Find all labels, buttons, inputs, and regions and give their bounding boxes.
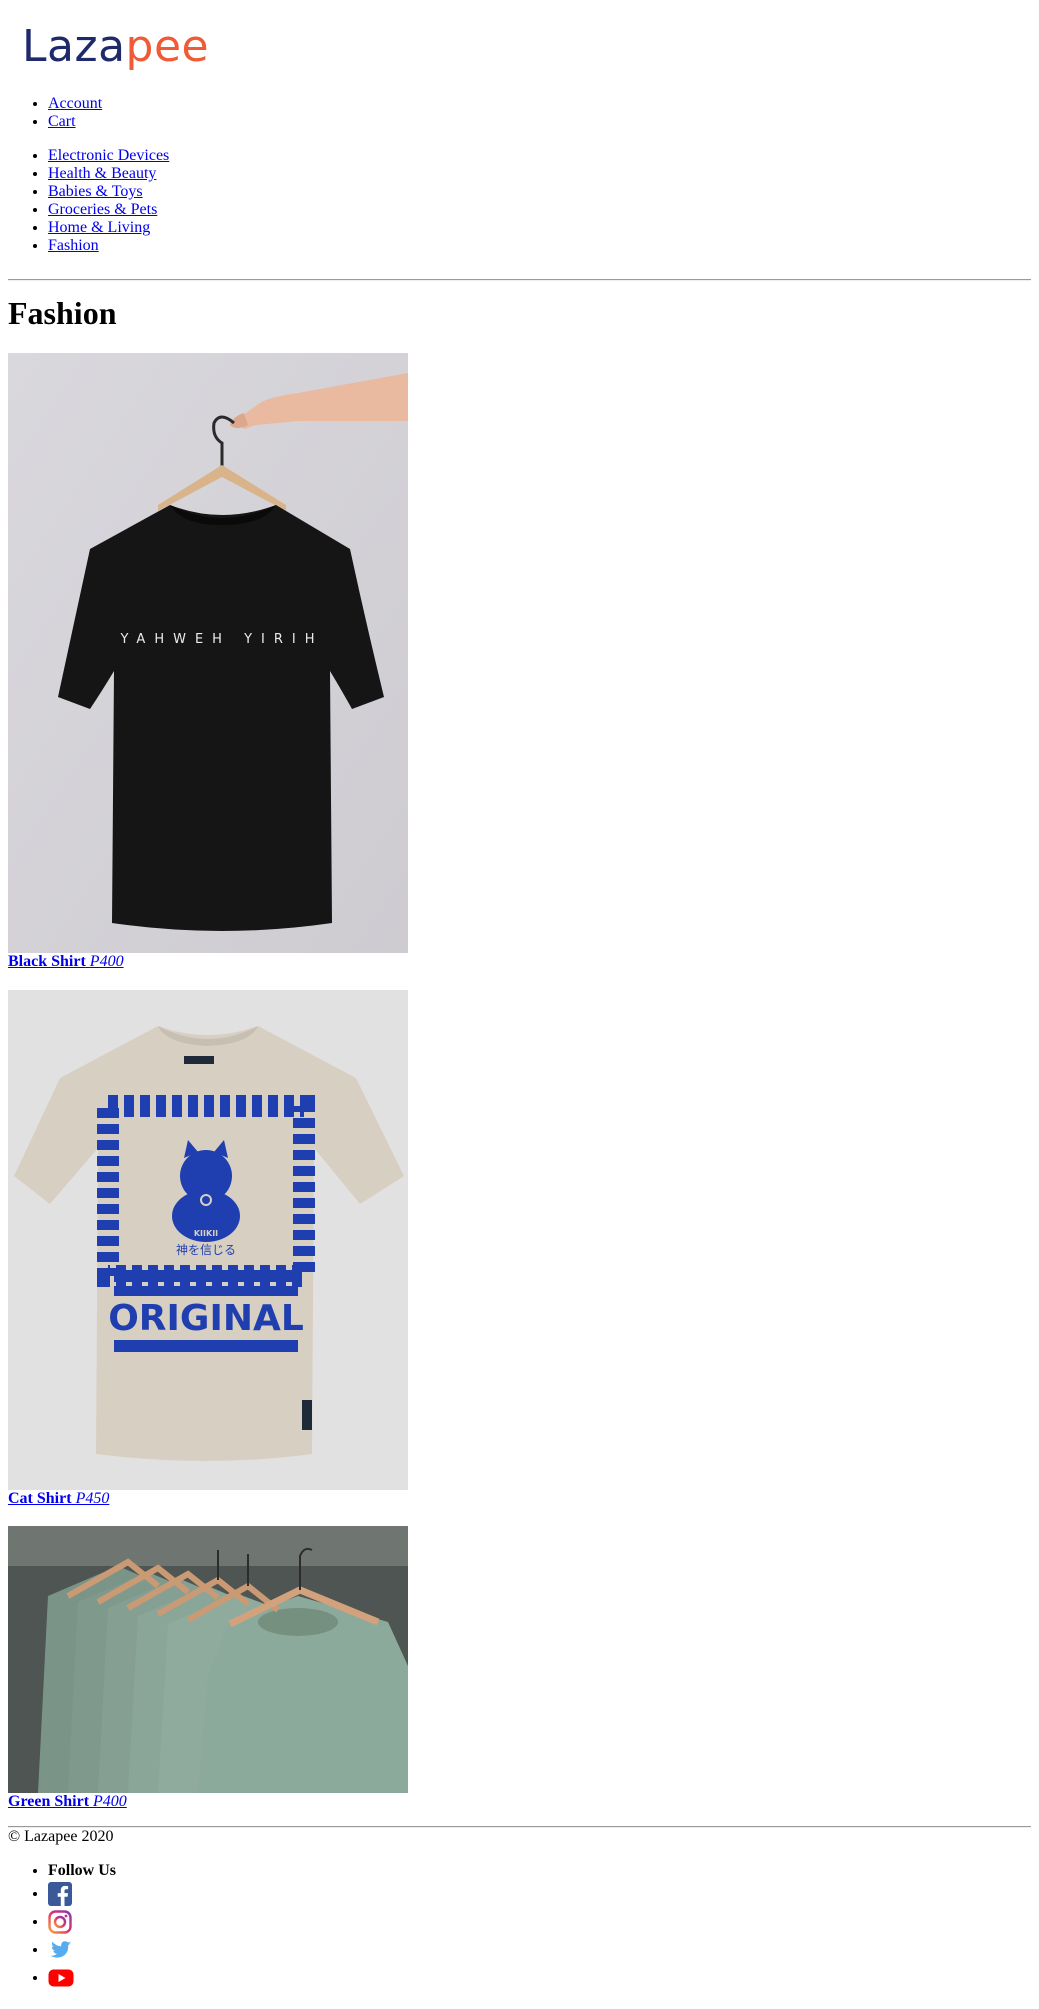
site-logo[interactable]: Lazapee [22,22,209,72]
instagram-link[interactable] [48,1910,72,1935]
black-shirt-print-text: YAHWEH YIRIH [120,632,324,647]
footer-divider [8,1826,1031,1828]
page-title: Fashion [8,295,117,331]
category-link-home-living[interactable]: Home & Living [48,219,150,236]
category-item: Home & Living [48,219,169,237]
category-item: Electronic Devices [48,147,169,165]
twitter-icon [50,1941,71,1958]
cat-shirt-print-text: ORIGINAL [108,1298,304,1339]
account-nav-item: Account [48,95,102,113]
copyright-text: © Lazapee 2020 [8,1828,114,1845]
social-item [48,1964,116,1992]
facebook-icon [48,1882,72,1907]
category-nav: Electronic Devices Health & Beauty Babie… [8,147,169,255]
product-image-cat-shirt[interactable]: KIIKII 神を信じる ORIGINAL [8,990,408,1490]
header-divider [8,279,1031,281]
product-card: Green Shirt P400 [8,1526,408,1811]
logo-text-part1: Laza [22,21,126,72]
product-image-green-shirt[interactable] [8,1526,408,1793]
product-name: Green Shirt [8,1793,90,1810]
social-item [48,1880,116,1908]
cat-shirt-brand-text: KIIKII [194,1229,218,1238]
youtube-icon [48,1969,74,1987]
facebook-link[interactable] [48,1882,72,1907]
product-price: P400 [93,1793,127,1810]
product-caption[interactable]: Cat Shirt P450 [8,1490,408,1508]
black-shirt-photo: YAHWEH YIRIH [8,353,408,953]
product-card: KIIKII 神を信じる ORIGINAL Cat Shirt P450 [8,990,408,1508]
category-link-electronic-devices[interactable]: Electronic Devices [48,147,169,164]
green-shirt-photo [8,1526,408,1793]
account-link[interactable]: Account [48,95,102,112]
product-name: Black Shirt [8,953,86,970]
category-link-babies-toys[interactable]: Babies & Toys [48,183,143,200]
cart-link[interactable]: Cart [48,113,76,130]
category-item: Groceries & Pets [48,201,169,219]
social-list: Follow Us [8,1862,116,1992]
follow-us-label: Follow Us [48,1862,116,1880]
product-caption[interactable]: Black Shirt P400 [8,953,408,971]
social-item [48,1908,116,1936]
cat-shirt-print-subtext: 神を信じる [176,1243,236,1257]
youtube-link[interactable] [48,1969,74,1987]
social-item [48,1936,116,1964]
logo-text-part2: pee [125,21,210,72]
account-nav: Account Cart [8,95,102,131]
category-item: Babies & Toys [48,183,169,201]
instagram-icon [48,1910,72,1935]
twitter-link[interactable] [48,1941,72,1958]
product-card: YAHWEH YIRIH Black Shirt P400 [8,353,408,971]
category-item: Health & Beauty [48,165,169,183]
product-price: P400 [89,953,124,970]
category-item: Fashion [48,237,169,255]
account-nav-item: Cart [48,113,102,131]
product-caption[interactable]: Green Shirt P400 [8,1793,408,1811]
category-link-groceries-pets[interactable]: Groceries & Pets [48,201,157,218]
category-link-fashion[interactable]: Fashion [48,237,99,254]
cat-shirt-photo: KIIKII 神を信じる ORIGINAL [8,990,408,1490]
product-price: P450 [75,1490,110,1507]
product-name: Cat Shirt [8,1490,72,1507]
product-image-black-shirt[interactable]: YAHWEH YIRIH [8,353,408,953]
category-link-health-beauty[interactable]: Health & Beauty [48,165,156,182]
